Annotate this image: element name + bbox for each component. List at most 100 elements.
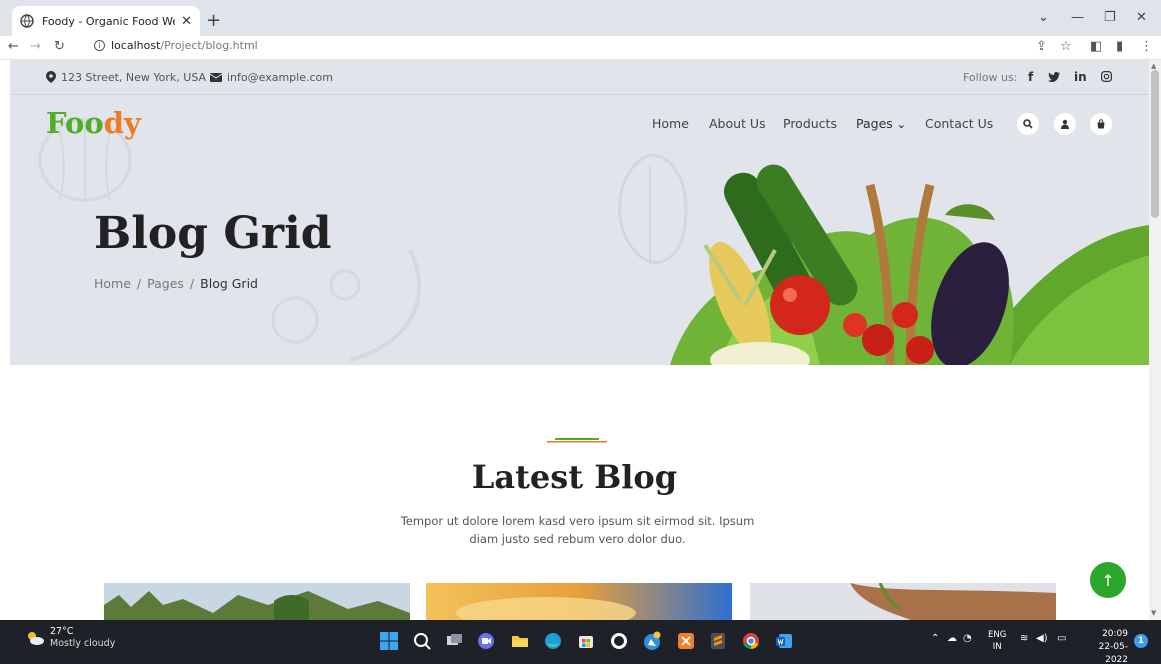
- close-window-icon[interactable]: ✕: [1136, 10, 1147, 25]
- follow-us-label: Follow us:: [963, 71, 1018, 84]
- breadcrumb-pages[interactable]: Pages: [147, 276, 184, 291]
- map-marker-icon: [46, 71, 56, 83]
- new-tab-icon[interactable]: +: [206, 10, 221, 31]
- nav-products[interactable]: Products: [783, 116, 837, 131]
- chrome-icon[interactable]: [741, 631, 761, 651]
- minimize-icon[interactable]: —: [1071, 10, 1084, 25]
- task-view-icon[interactable]: [444, 631, 464, 651]
- file-explorer-icon[interactable]: [510, 631, 530, 651]
- nav-contact-us[interactable]: Contact Us: [925, 116, 993, 131]
- cloud-sun-icon: [28, 632, 44, 645]
- weather-temp: 27°C: [50, 626, 74, 637]
- pen-menu-icon[interactable]: ◔: [963, 633, 972, 644]
- github-icon[interactable]: [609, 631, 629, 651]
- section-description: Tempor ut dolore lorem kasd vero ipsum s…: [400, 514, 755, 546]
- breadcrumb-current: Blog Grid: [200, 276, 258, 291]
- nav-about-us[interactable]: About Us: [709, 116, 766, 131]
- page-header-hero: 123 Street, New York, USA info@example.c…: [10, 60, 1149, 365]
- address-info: 123 Street, New York, USA: [46, 71, 206, 84]
- email-link[interactable]: info@example.com: [227, 71, 333, 84]
- windows-taskbar: 27°C Mostly cloudy ⌃ ☁ ◔ ENG IN ≋ ◀) ▭ 2…: [0, 620, 1161, 664]
- section-title: Latest Blog: [471, 458, 678, 496]
- breadcrumb-home[interactable]: Home: [94, 276, 131, 291]
- tab-search-chevron-icon[interactable]: ⌄: [1038, 10, 1049, 25]
- twitter-icon[interactable]: [1048, 72, 1060, 82]
- breadcrumb-separator: /: [136, 276, 142, 291]
- arrow-up-icon: ↑: [1101, 570, 1115, 590]
- url-path: /Project/blog.html: [160, 39, 258, 52]
- scrollbar-thumb[interactable]: [1151, 70, 1159, 218]
- shopping-bag-icon[interactable]: [1090, 113, 1112, 135]
- share-icon[interactable]: ⇪: [1036, 39, 1047, 54]
- edge-browser-icon[interactable]: [543, 631, 563, 651]
- scroll-down-icon[interactable]: ▼: [1151, 609, 1156, 617]
- side-panel-icon[interactable]: ◧: [1090, 39, 1102, 54]
- menu-kebab-icon[interactable]: ⋮: [1140, 39, 1153, 54]
- logo-text-orange: dy: [103, 106, 141, 140]
- reload-icon[interactable]: ↻: [54, 39, 65, 54]
- clock-time: 20:09: [1102, 629, 1128, 639]
- app-icon[interactable]: [642, 631, 662, 651]
- browser-tab[interactable]: Foody - Organic Food Website Te ✕: [12, 6, 200, 36]
- show-hidden-icons-chevron-icon[interactable]: ⌃: [931, 633, 939, 644]
- clock-date: 22-05-2022: [1098, 642, 1128, 664]
- nav-home[interactable]: Home: [652, 116, 689, 131]
- address-bar: ← → ↻ i localhost/Project/blog.html ⇪ ☆ …: [0, 36, 1161, 60]
- site-logo[interactable]: Foody: [46, 106, 141, 140]
- sublime-text-icon[interactable]: [708, 631, 728, 651]
- blog-card-image[interactable]: [750, 583, 1056, 620]
- back-to-top-button[interactable]: ↑: [1090, 562, 1126, 598]
- weather-condition: Mostly cloudy: [50, 638, 116, 649]
- bookmark-star-icon[interactable]: ☆: [1060, 39, 1072, 54]
- language-region: IN: [992, 642, 1002, 652]
- nav-pages-label: Pages: [856, 116, 893, 131]
- instagram-icon[interactable]: [1101, 71, 1112, 82]
- breadcrumb-separator: /: [189, 276, 195, 291]
- nav-pages-dropdown[interactable]: Pages ⌄: [856, 116, 906, 131]
- logo-text-green: Foo: [46, 106, 104, 140]
- search-icon[interactable]: [1017, 113, 1039, 135]
- word-icon[interactable]: [774, 631, 794, 651]
- page-title: Blog Grid: [94, 208, 332, 259]
- url-field[interactable]: i localhost/Project/blog.html: [94, 39, 258, 52]
- page-scrollbar[interactable]: ▲ ▼: [1149, 60, 1161, 620]
- system-clock[interactable]: 20:09 22-05-2022: [1078, 628, 1128, 664]
- section-title-accent: [547, 438, 607, 443]
- user-icon[interactable]: [1054, 113, 1076, 135]
- language-indicator[interactable]: ENG IN: [988, 629, 1006, 653]
- forward-icon[interactable]: →: [30, 39, 41, 54]
- facebook-icon[interactable]: f: [1028, 70, 1033, 84]
- scroll-up-icon[interactable]: ▲: [1151, 62, 1156, 70]
- tab-title: Foody - Organic Food Website Te: [42, 14, 175, 28]
- microsoft-store-icon[interactable]: [576, 631, 596, 651]
- close-tab-icon[interactable]: ✕: [181, 14, 192, 29]
- volume-icon[interactable]: ◀): [1036, 633, 1048, 644]
- search-icon[interactable]: [412, 631, 432, 651]
- site-info-icon[interactable]: i: [94, 40, 105, 51]
- url-host: localhost: [111, 39, 161, 52]
- blog-card-image[interactable]: [104, 583, 410, 620]
- envelope-icon: [210, 72, 222, 82]
- blog-card-image[interactable]: [426, 583, 732, 620]
- wifi-icon[interactable]: ≋: [1020, 633, 1028, 644]
- start-icon[interactable]: [379, 631, 399, 651]
- onedrive-cloud-icon[interactable]: ☁: [947, 633, 957, 644]
- breadcrumb: Home / Pages / Blog Grid: [94, 276, 258, 291]
- battery-icon[interactable]: ▭: [1057, 633, 1066, 644]
- browser-tab-strip: Foody - Organic Food Website Te ✕ + ⌄ — …: [0, 0, 1161, 36]
- xampp-icon[interactable]: [676, 631, 696, 651]
- language-code: ENG: [988, 630, 1007, 640]
- restore-icon[interactable]: ❐: [1104, 10, 1116, 25]
- top-info-bar: 123 Street, New York, USA info@example.c…: [10, 60, 1149, 95]
- back-icon[interactable]: ←: [8, 39, 19, 54]
- address-text: 123 Street, New York, USA: [61, 70, 207, 84]
- weather-widget[interactable]: 27°C Mostly cloudy: [26, 626, 115, 650]
- vegetable-basket-image: [670, 164, 1149, 365]
- notification-badge[interactable]: 1: [1134, 634, 1148, 648]
- linkedin-icon[interactable]: in: [1074, 70, 1087, 84]
- profile-icon[interactable]: ▮: [1116, 39, 1123, 54]
- chevron-down-icon: ⌄: [896, 118, 906, 131]
- globe-icon: [20, 14, 34, 28]
- teams-chat-icon[interactable]: [476, 631, 496, 651]
- page-viewport: 123 Street, New York, USA info@example.c…: [0, 60, 1161, 620]
